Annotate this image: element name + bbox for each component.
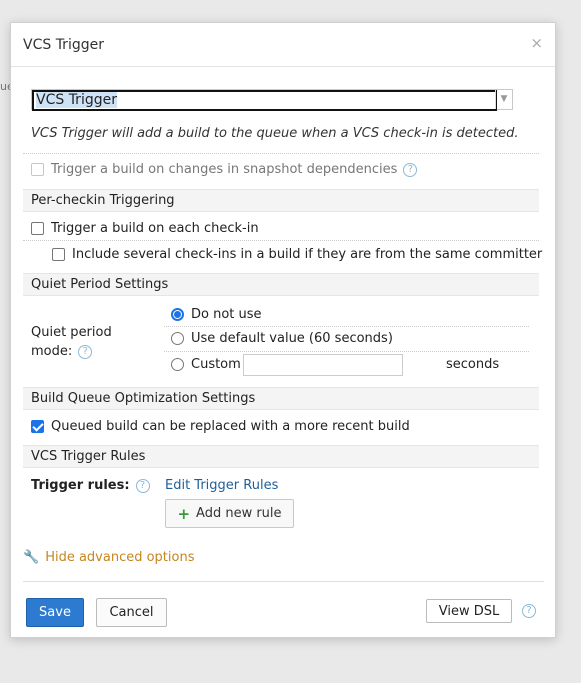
- several-checkins-row: Include several check-ins in a build if …: [52, 247, 542, 262]
- radio-custom-row[interactable]: Custom: [171, 357, 241, 372]
- snapshot-deps-label: Trigger a build on changes in snapshot d…: [51, 162, 398, 177]
- background-edge-text: ue: [0, 80, 14, 93]
- vcs-trigger-dialog: VCS Trigger × VCS Trigger ▼ VCS Trigger …: [10, 22, 556, 638]
- seconds-label: seconds: [446, 357, 500, 372]
- help-icon[interactable]: ?: [403, 162, 418, 177]
- each-checkin-checkbox[interactable]: [31, 222, 44, 235]
- add-new-rule-label: Add new rule: [196, 506, 282, 521]
- cancel-button[interactable]: Cancel: [96, 598, 167, 627]
- radio-do-not-use-row[interactable]: Do not use: [171, 307, 262, 322]
- wrench-icon: 🔧: [23, 550, 40, 565]
- section-queue-optimization: Build Queue Optimization Settings: [23, 387, 539, 410]
- radio-default-label: Use default value (60 seconds): [191, 331, 393, 346]
- quiet-period-mode-label: Quiet period mode:?: [31, 325, 112, 359]
- dialog-header: VCS Trigger ×: [11, 23, 555, 67]
- footer-divider: [23, 581, 544, 582]
- section-per-checkin: Per-checkin Triggering: [23, 189, 539, 212]
- help-icon[interactable]: ?: [522, 604, 536, 618]
- trigger-description: VCS Trigger will add a build to the queu…: [31, 126, 519, 141]
- custom-seconds-input[interactable]: [243, 354, 403, 376]
- dialog-title: VCS Trigger: [23, 37, 104, 53]
- trigger-rules-label: Trigger rules:: [31, 478, 130, 493]
- help-icon[interactable]: ?: [78, 344, 93, 359]
- dropdown-arrow-icon[interactable]: ▼: [495, 90, 512, 109]
- several-checkins-label: Include several check-ins in a build if …: [72, 247, 543, 262]
- hide-advanced-options-label: Hide advanced options: [45, 550, 195, 565]
- trigger-type-select[interactable]: VCS Trigger ▼: [31, 89, 513, 111]
- section-quiet-period: Quiet Period Settings: [23, 273, 539, 296]
- save-button[interactable]: Save: [26, 598, 84, 627]
- close-icon[interactable]: ×: [530, 34, 543, 52]
- divider: [23, 153, 539, 154]
- radio-custom[interactable]: [171, 358, 184, 371]
- queue-replace-checkbox[interactable]: [31, 420, 44, 433]
- snapshot-deps-row: Trigger a build on changes in snapshot d…: [31, 162, 418, 177]
- each-checkin-label: Trigger a build on each check-in: [51, 221, 259, 236]
- several-checkins-checkbox[interactable]: [52, 248, 65, 261]
- divider: [164, 351, 529, 352]
- radio-default-value[interactable]: [171, 332, 184, 345]
- snapshot-deps-checkbox[interactable]: [31, 163, 44, 176]
- trigger-type-value[interactable]: VCS Trigger: [32, 90, 497, 111]
- add-new-rule-button[interactable]: + Add new rule: [165, 499, 294, 528]
- help-icon[interactable]: ?: [135, 478, 150, 493]
- radio-do-not-use[interactable]: [171, 308, 184, 321]
- radio-custom-label: Custom: [191, 357, 241, 372]
- queue-replace-row: Queued build can be replaced with a more…: [31, 419, 410, 434]
- view-dsl-button[interactable]: View DSL: [426, 599, 512, 623]
- edit-trigger-rules-link[interactable]: Edit Trigger Rules: [165, 478, 278, 493]
- divider: [23, 240, 539, 241]
- section-trigger-rules: VCS Trigger Rules: [23, 445, 539, 468]
- radio-default-row[interactable]: Use default value (60 seconds): [171, 331, 393, 346]
- trigger-rules-label-row: Trigger rules: ?: [31, 478, 150, 493]
- hide-advanced-options-link[interactable]: 🔧 Hide advanced options: [23, 550, 194, 565]
- each-checkin-row: Trigger a build on each check-in: [31, 221, 259, 236]
- queue-replace-label: Queued build can be replaced with a more…: [51, 419, 410, 434]
- divider: [164, 326, 529, 327]
- plus-icon: +: [177, 504, 191, 523]
- radio-do-not-use-label: Do not use: [191, 307, 262, 322]
